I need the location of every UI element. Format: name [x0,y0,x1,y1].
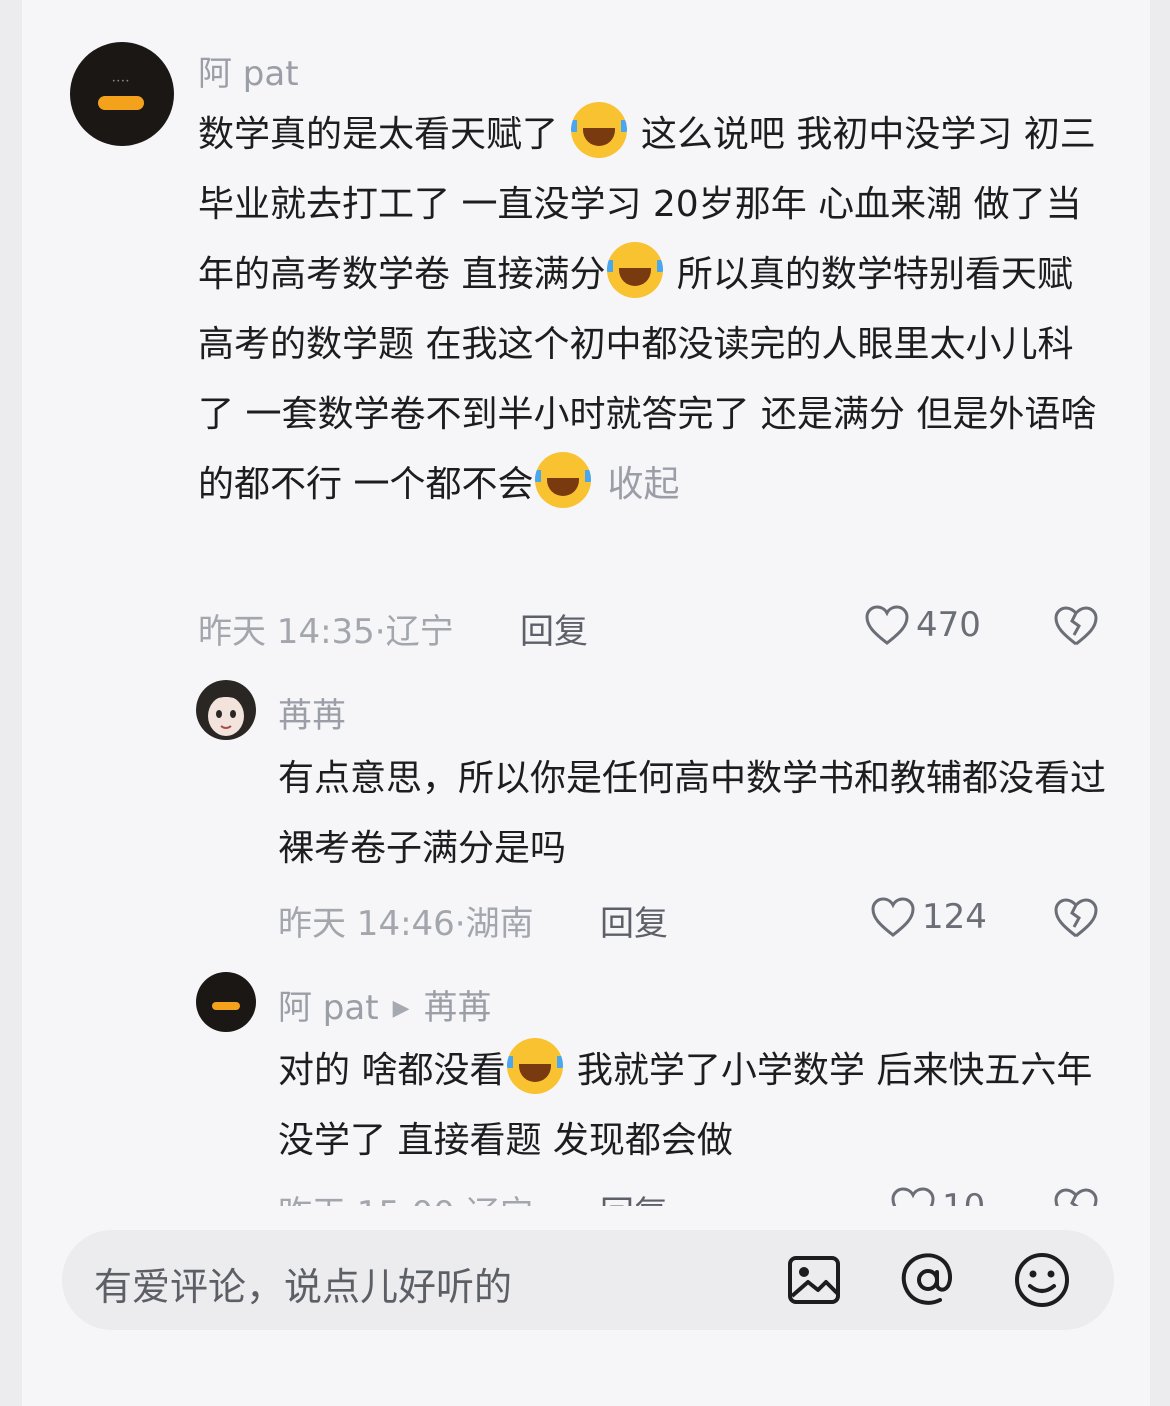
reply-arrow-icon: ▶ [392,996,410,1021]
broken-heart-icon[interactable] [1052,604,1100,648]
like-button[interactable]: 124 [870,896,987,938]
avatar-dots: •••• [112,78,131,85]
avatar[interactable] [196,972,256,1032]
reply-target[interactable]: 苒苒 [423,988,491,1028]
collapse-link[interactable]: 收起 [607,464,679,505]
meta-separator: · [454,904,466,944]
like-count: 470 [916,605,981,645]
avatar-face [196,680,256,740]
image-icon[interactable] [784,1250,844,1310]
laughing-emoji-icon [607,242,664,298]
reply-button[interactable]: 回复 [600,896,668,945]
comment-username[interactable]: 阿 pat [198,46,299,95]
like-button[interactable]: 470 [864,604,981,646]
avatar[interactable]: •••• [70,42,174,146]
broken-heart-icon[interactable] [1052,896,1100,940]
emoji-icon[interactable] [1012,1250,1072,1310]
comment-text: 对的 啥都没看 我就学了小学数学 后来快五六年没学了 直接看题 发现都会做 [278,1036,1108,1176]
avatar[interactable] [196,680,256,740]
laughing-emoji-icon [535,452,592,508]
like-count: 124 [922,897,987,937]
comment-text-part: 对的 啥都没看 [278,1050,506,1091]
screen-edge-left [0,0,22,1406]
comment-time: 昨天 14:35 [198,612,375,652]
avatar-bar [212,1002,240,1010]
at-icon[interactable] [898,1250,958,1310]
comment-text: 数学真的是太看天赋了 这么说吧 我初中没学习 初三毕业就去打工了 一直没学习 2… [198,100,1108,520]
screen-edge-right [1150,0,1170,1406]
comment-screen: •••• 阿 pat 数学真的是太看天赋了 这么说吧 我初中没学习 初三毕业就去… [22,0,1150,1406]
comment-username[interactable]: 苒苒 [278,688,346,737]
laughing-emoji-icon [507,1038,564,1094]
comment-text-part: 数学真的是太看天赋了 [198,114,570,155]
comment-location: 辽宁 [385,612,454,652]
reply-author[interactable]: 阿 pat [278,988,379,1028]
comment-time: 昨天 14:46 [278,904,455,944]
heart-icon [865,605,909,645]
reply-button[interactable]: 回复 [520,604,588,653]
laughing-emoji-icon [571,102,628,158]
comment-username: 阿 pat ▶ 苒苒 [278,980,491,1029]
comment-input-placeholder[interactable]: 有爱评论，说点儿好听的 [94,1256,512,1311]
comment-location: 湖南 [465,904,534,944]
heart-icon [871,897,915,937]
comment-meta: 昨天 14:35·辽宁 [198,604,454,653]
comment-text: 有点意思，所以你是任何高中数学书和教辅都没看过裸考卷子满分是吗 [278,758,1107,869]
avatar-bar [98,96,144,110]
comment-input-bar[interactable]: 有爱评论，说点儿好听的 [62,1230,1114,1330]
meta-separator: · [374,612,386,652]
comment-meta: 昨天 14:46·湖南 [278,896,534,945]
